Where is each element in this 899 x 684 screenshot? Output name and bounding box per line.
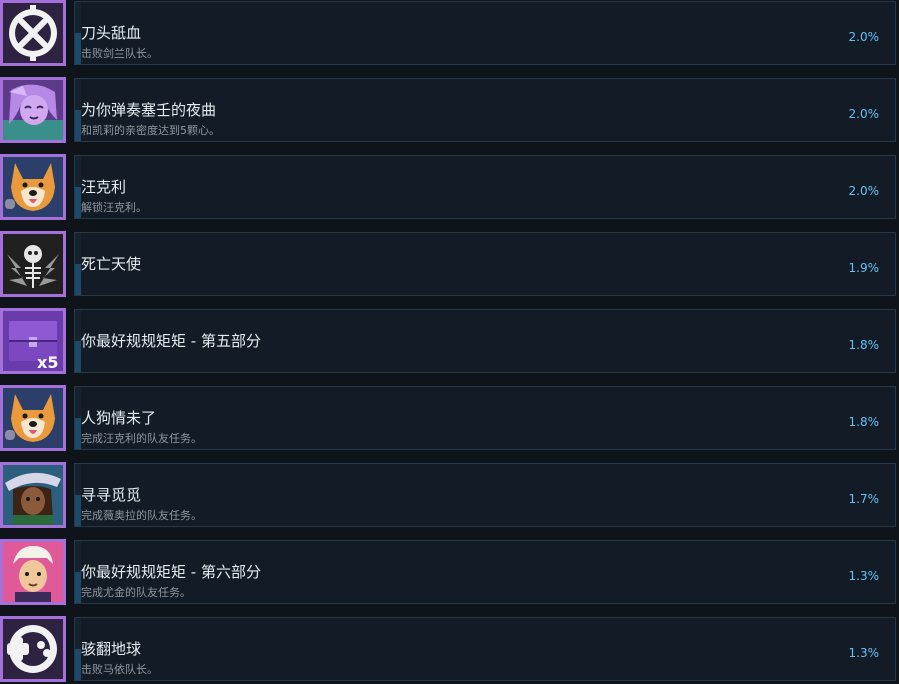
dog-portrait-icon xyxy=(3,157,63,217)
achievement-card: 为你弹奏塞壬的夜曲 和凯莉的亲密度达到5颗心。 2.0% xyxy=(74,78,896,142)
achievement-title: 死亡天使 xyxy=(81,255,142,273)
achievement-card: 刀头舐血 击败剑兰队长。 2.0% xyxy=(74,1,896,65)
viola-portrait-icon xyxy=(3,465,63,525)
siren-portrait-icon xyxy=(3,80,63,140)
achievement-percent: 2.0% xyxy=(848,30,880,44)
achievement-percent: 1.9% xyxy=(848,261,880,275)
achievement-percent: 1.3% xyxy=(848,646,880,660)
svg-text:x5: x5 xyxy=(37,353,58,371)
achievement-icon-frame xyxy=(0,231,66,297)
achievement-icon-frame xyxy=(0,539,66,605)
eugene-portrait-icon xyxy=(3,542,63,602)
achievement-icon-frame xyxy=(0,0,66,66)
achievement-description: 击败剑兰队长。 xyxy=(81,47,158,60)
achievement-title: 刀头舐血 xyxy=(81,24,142,42)
chest-x5-icon: x5 xyxy=(3,311,63,371)
achievement-icon-frame xyxy=(0,154,66,220)
achievement-row[interactable]: 骇翻地球 击败马依队长。 1.3% xyxy=(0,616,899,682)
achievement-row[interactable]: 死亡天使 1.9% xyxy=(0,231,899,297)
achievement-description: 解锁汪克利。 xyxy=(81,201,147,214)
achievement-icon-frame xyxy=(0,616,66,682)
achievement-percent: 1.8% xyxy=(848,415,880,429)
achievement-title: 你最好规规矩矩 - 第五部分 xyxy=(81,332,261,350)
achievement-row[interactable]: 人狗情未了 完成汪克利的队友任务。 1.8% xyxy=(0,385,899,451)
achievement-card: 死亡天使 1.9% xyxy=(74,232,896,296)
achievement-percent: 2.0% xyxy=(848,184,880,198)
achievement-row[interactable]: x5 你最好规规矩矩 - 第五部分 1.8% xyxy=(0,308,899,374)
achievement-row[interactable]: 刀头舐血 击败剑兰队长。 2.0% xyxy=(0,0,899,66)
crossed-swords-icon xyxy=(3,3,63,63)
achievement-title: 骇翻地球 xyxy=(81,640,142,658)
achievement-card: 你最好规规矩矩 - 第六部分 完成尤金的队友任务。 1.3% xyxy=(74,540,896,604)
achievement-description: 完成薇奥拉的队友任务。 xyxy=(81,509,202,522)
achievement-row[interactable]: 你最好规规矩矩 - 第六部分 完成尤金的队友任务。 1.3% xyxy=(0,539,899,605)
achievement-percent: 1.8% xyxy=(848,338,880,352)
achievement-percent: 1.7% xyxy=(848,492,880,506)
achievement-card: 人狗情未了 完成汪克利的队友任务。 1.8% xyxy=(74,386,896,450)
achievement-title: 你最好规规矩矩 - 第六部分 xyxy=(81,563,261,581)
skeleton-angel-icon xyxy=(3,234,63,294)
achievement-title: 为你弹奏塞壬的夜曲 xyxy=(81,101,217,119)
achievement-row[interactable]: 汪克利 解锁汪克利。 2.0% xyxy=(0,154,899,220)
achievement-title: 人狗情未了 xyxy=(81,409,157,427)
achievement-description: 击败马依队长。 xyxy=(81,663,158,676)
achievement-card: 汪克利 解锁汪克利。 2.0% xyxy=(74,155,896,219)
achievement-icon-frame xyxy=(0,77,66,143)
achievement-row[interactable]: 为你弹奏塞壬的夜曲 和凯莉的亲密度达到5颗心。 2.0% xyxy=(0,77,899,143)
achievement-icon-frame xyxy=(0,385,66,451)
achievement-icon-frame: x5 xyxy=(0,308,66,374)
dog-portrait-icon xyxy=(3,388,63,448)
achievement-description: 完成尤金的队友任务。 xyxy=(81,586,191,599)
achievement-title: 寻寻觅觅 xyxy=(81,486,142,504)
achievement-title: 汪克利 xyxy=(81,178,127,196)
achievement-icon-frame xyxy=(0,462,66,528)
achievement-percent: 2.0% xyxy=(848,107,880,121)
achievement-percent: 1.3% xyxy=(848,569,880,583)
achievement-card: 寻寻觅觅 完成薇奥拉的队友任务。 1.7% xyxy=(74,463,896,527)
achievement-card: 骇翻地球 击败马依队长。 1.3% xyxy=(74,617,896,681)
achievement-card: 你最好规规矩矩 - 第五部分 1.8% xyxy=(74,309,896,373)
achievement-row[interactable]: 寻寻觅觅 完成薇奥拉的队友任务。 1.7% xyxy=(0,462,899,528)
achievement-description: 和凯莉的亲密度达到5颗心。 xyxy=(81,124,220,137)
gamepad-emblem-icon xyxy=(3,619,63,679)
achievement-description: 完成汪克利的队友任务。 xyxy=(81,432,202,445)
achievement-list: 刀头舐血 击败剑兰队长。 2.0% 为你弹奏塞壬的夜曲 和凯莉的亲密度达到5颗心… xyxy=(0,0,899,684)
